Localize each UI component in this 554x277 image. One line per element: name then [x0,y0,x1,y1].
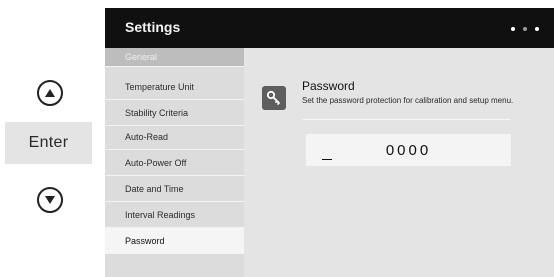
sidebar-item-label: Stability Criteria [125,107,189,118]
divider [302,119,510,120]
sidebar-item-general[interactable]: General [105,48,244,67]
sidebar-item-auto-read[interactable]: Auto-Read [105,124,244,150]
sidebar-item-label: Auto-Power Off [125,157,187,168]
sidebar-item-stability-criteria[interactable]: Stability Criteria [105,100,244,126]
password-value: 0000 [385,141,432,159]
sidebar-item-interval-readings[interactable]: Interval Readings [105,202,244,228]
password-panel: Password Set the password protection for… [244,48,554,277]
key-icon [262,86,286,110]
sidebar-item-label: Interval Readings [125,209,196,220]
sidebar-item-label: Password [125,236,165,246]
title-bar: Settings [105,8,554,48]
up-button[interactable] [37,80,63,106]
password-field[interactable]: 0000 [306,134,511,166]
triangle-up-icon [45,89,55,97]
sidebar-item-label: General [125,52,158,62]
enter-button-label: Enter [28,134,69,151]
sidebar-item-temperature-unit[interactable]: Temperature Unit [105,74,244,100]
sidebar-item-date-and-time[interactable]: Date and Time [105,176,244,202]
digit-cursor [322,159,332,160]
device-screen: Settings General Temperature Unit Stabil… [105,8,554,277]
page-dot [511,27,515,31]
sidebar-item-label: Auto-Read [125,131,169,142]
sidebar-item-label: Temperature Unit [125,81,195,92]
screen-title: Settings [125,19,181,35]
settings-sidebar: General Temperature Unit Stability Crite… [105,48,244,277]
enter-button[interactable]: Enter [5,122,92,164]
sidebar-item-password[interactable]: Password [105,228,244,254]
password-title: Password [302,79,355,93]
triangle-down-icon [45,196,55,204]
sidebar-item-auto-power-off[interactable]: Auto-Power Off [105,150,244,176]
page-dot-active [523,27,527,31]
down-button[interactable] [37,187,63,213]
sidebar-item-label: Date and Time [125,183,184,194]
page-dot [535,27,539,31]
password-description: Set the password protection for calibrat… [302,96,514,105]
